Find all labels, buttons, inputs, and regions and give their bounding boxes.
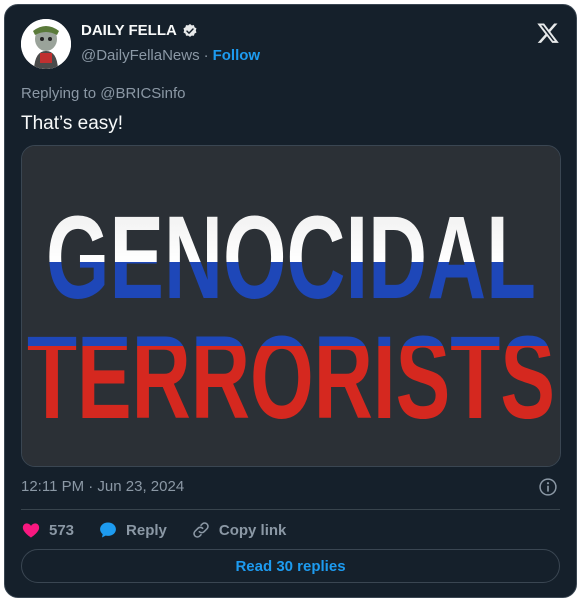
divider bbox=[21, 509, 560, 510]
tweet-card: DAILY FELLA @DailyFellaNews · Follow Rep… bbox=[4, 4, 577, 598]
separator-dot: · bbox=[203, 47, 209, 64]
copy-link-button[interactable]: Copy link bbox=[191, 520, 287, 540]
media-text-line1: GENOCIDAL bbox=[22, 466, 23, 467]
replying-to-label[interactable]: Replying to @BRICSinfo bbox=[21, 85, 185, 102]
copy-link-label: Copy link bbox=[218, 521, 287, 539]
author-display-name[interactable]: DAILY FELLA bbox=[81, 22, 177, 39]
heart-icon bbox=[22, 523, 40, 538]
verified-badge-icon bbox=[183, 23, 197, 37]
action-bar: 573 Reply Copy link bbox=[21, 518, 310, 542]
like-count: 573 bbox=[49, 521, 75, 539]
media-text-line2: TERRORISTS bbox=[22, 466, 23, 467]
flag-text-graphic: GENOCIDAL TERRORISTS bbox=[22, 146, 560, 466]
info-icon[interactable] bbox=[538, 477, 558, 497]
reply-label: Reply bbox=[126, 521, 167, 539]
author-avatar[interactable] bbox=[21, 19, 71, 69]
tweet-text: That’s easy! bbox=[21, 113, 124, 134]
avatar-illustration bbox=[21, 19, 71, 69]
author-handle[interactable]: @DailyFellaNews bbox=[81, 47, 200, 64]
tweet-media-image[interactable]: GENOCIDAL TERRORISTS GENOCIDAL TERRORIST… bbox=[21, 145, 561, 467]
read-replies-button[interactable]: Read 30 replies bbox=[21, 549, 560, 583]
reply-button[interactable]: Reply bbox=[98, 520, 167, 540]
tweet-timestamp[interactable]: 12:11 PM · Jun 23, 2024 bbox=[21, 478, 184, 495]
author-name-row[interactable]: DAILY FELLA bbox=[81, 22, 198, 39]
reply-bubble-icon bbox=[100, 522, 116, 538]
author-handle-row: @DailyFellaNews · Follow bbox=[81, 47, 260, 64]
like-button[interactable]: 573 bbox=[21, 520, 74, 540]
x-logo-icon[interactable] bbox=[536, 21, 560, 45]
follow-button[interactable]: Follow bbox=[213, 47, 261, 64]
link-icon bbox=[193, 522, 209, 538]
